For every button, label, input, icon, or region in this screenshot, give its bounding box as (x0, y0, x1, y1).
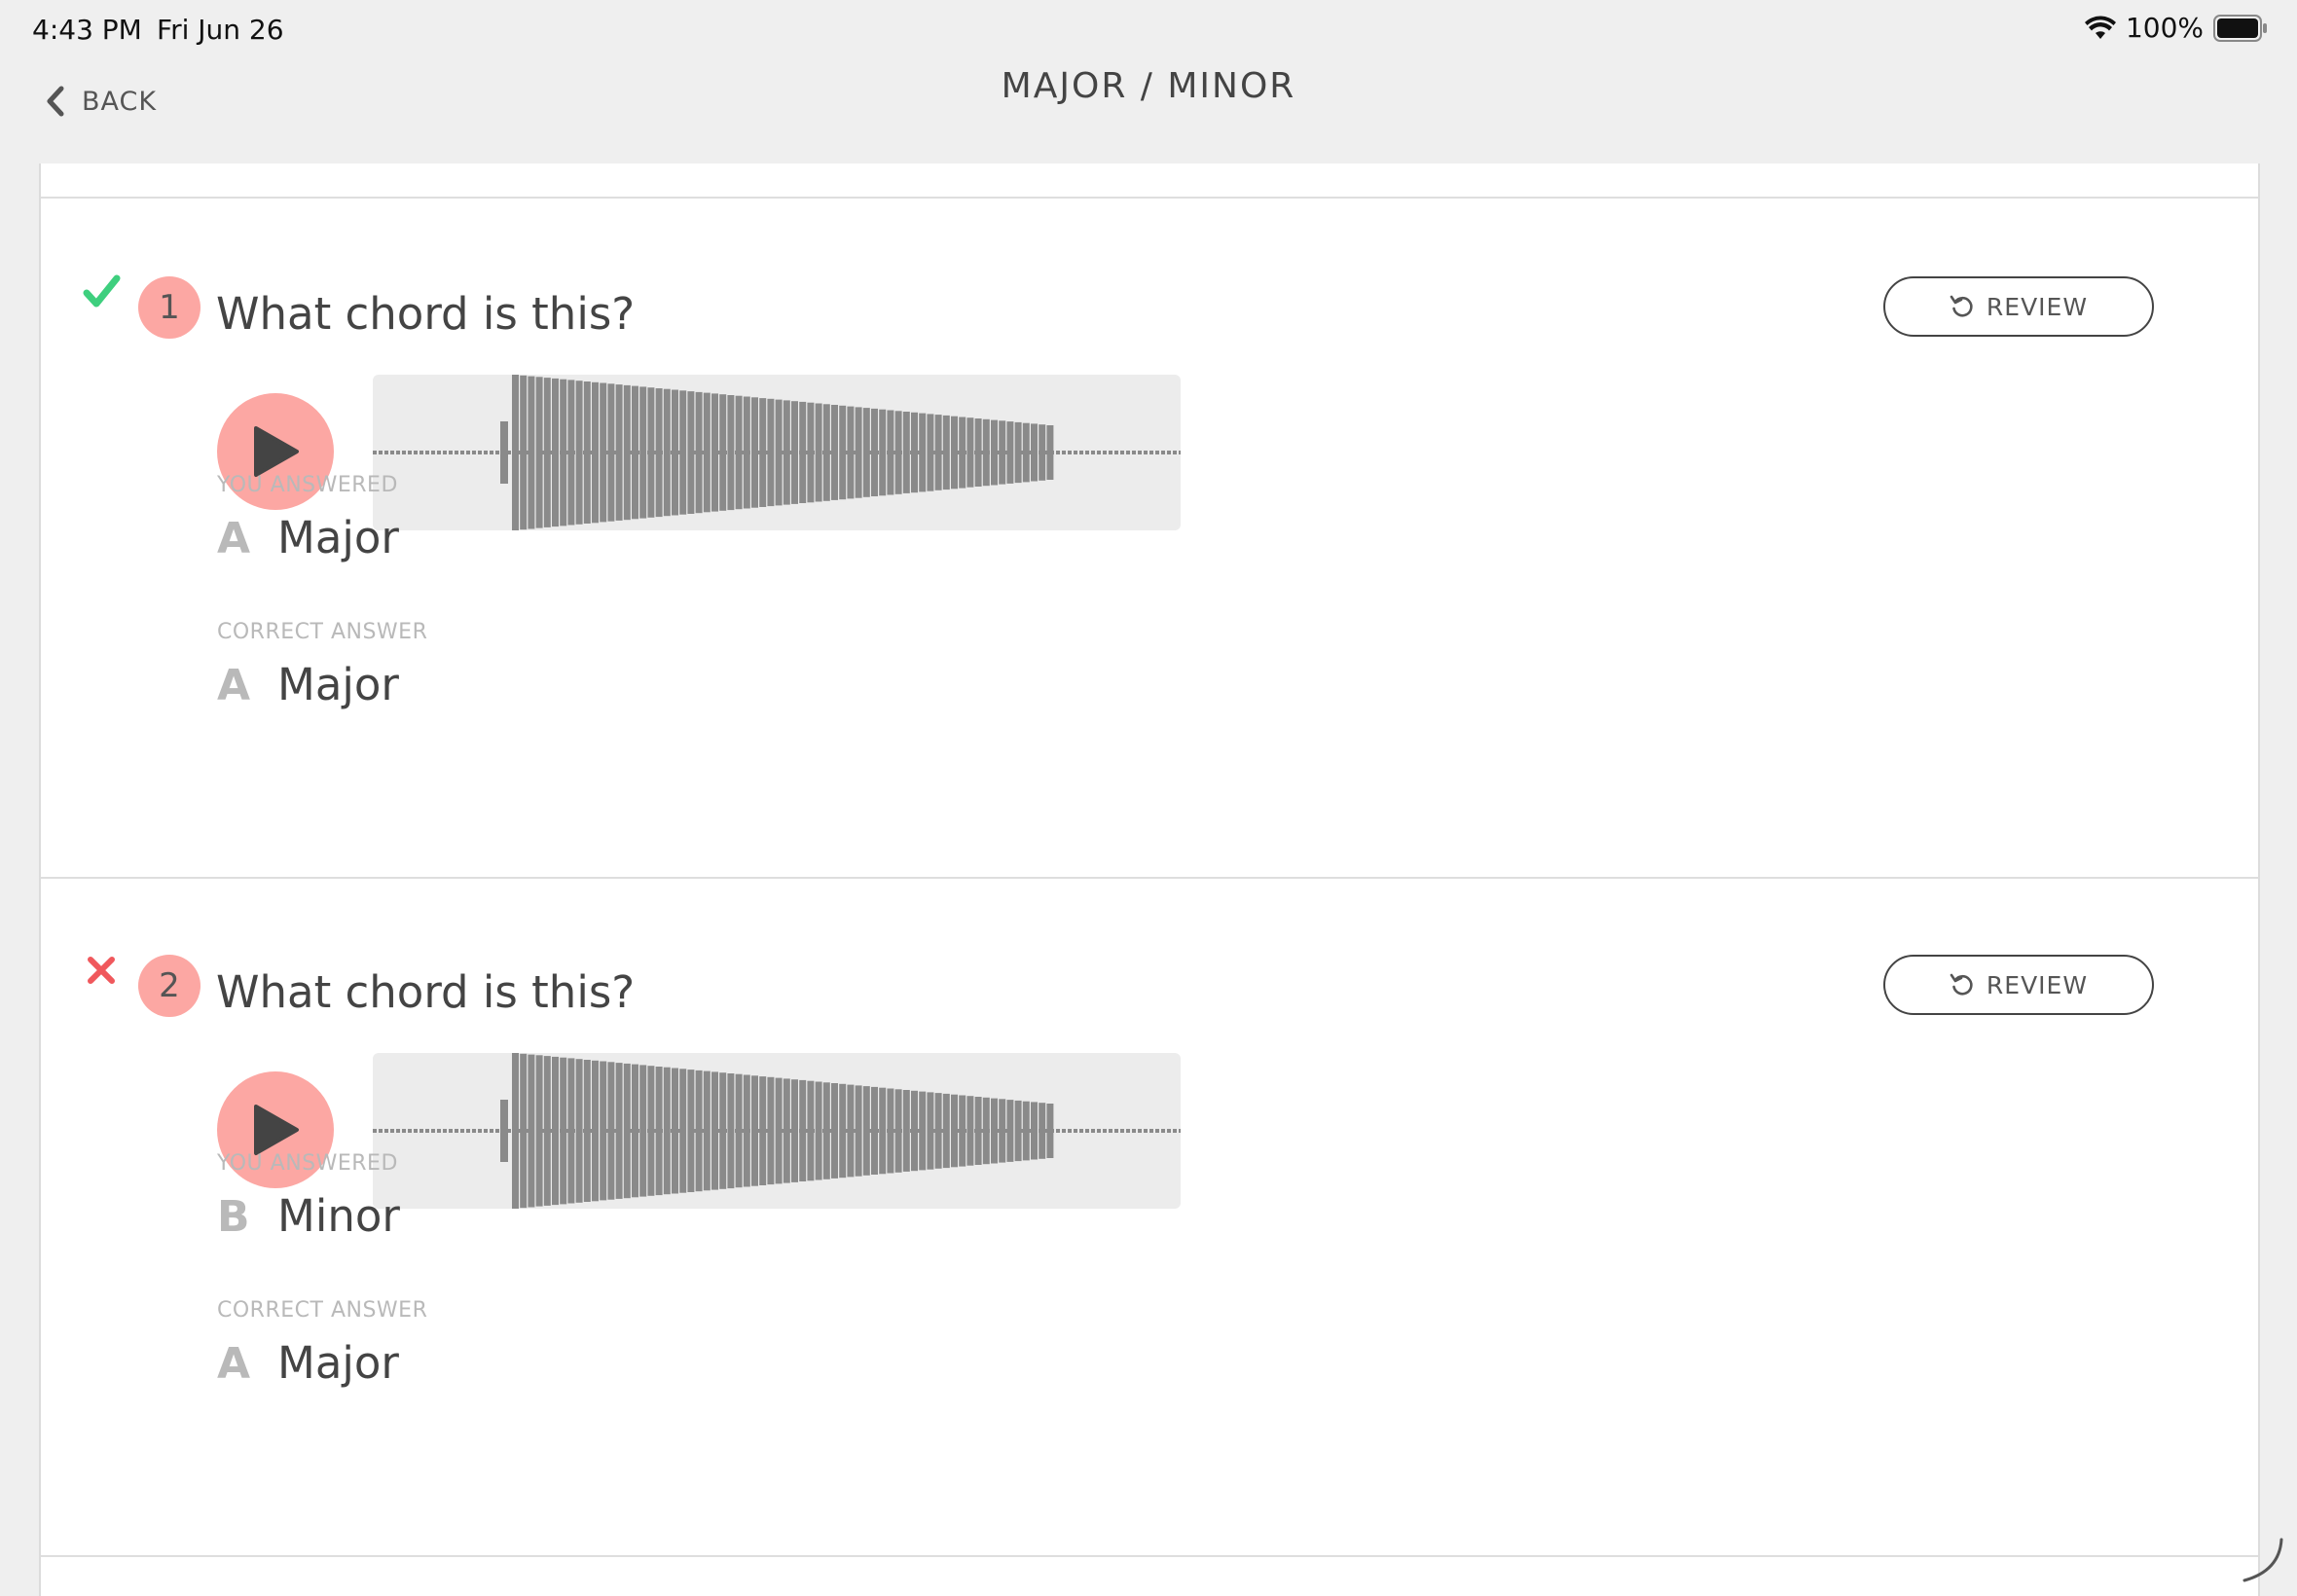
review-label: REVIEW (1986, 292, 2089, 321)
play-icon (254, 1105, 299, 1155)
wifi-icon (2084, 16, 2116, 39)
question-card-2: 2 What chord is this? REVIEW YOU ANSWERE… (41, 877, 2258, 1555)
answer-text: Major (277, 512, 399, 563)
correct-answer-label: CORRECT ANSWER (217, 1298, 428, 1323)
status-time: 4:43 PM (32, 14, 142, 46)
audio-waveform[interactable] (373, 375, 1181, 530)
results-panel: 1 What chord is this? REVIEW YOU ANSWERE… (39, 163, 2260, 1596)
status-bar: 4:43 PM Fri Jun 26 100% (0, 0, 2297, 60)
answer-letter: A (217, 661, 251, 710)
status-date: Fri Jun 26 (157, 14, 284, 46)
answer-text: Major (277, 659, 399, 710)
scroll-indicator-icon (2242, 1538, 2283, 1582)
you-answered-label: YOU ANSWERED (217, 1151, 398, 1176)
divider (41, 1555, 2258, 1557)
answer-text: Minor (277, 1190, 400, 1242)
review-button[interactable]: REVIEW (1883, 276, 2154, 337)
answer-letter: A (217, 1339, 251, 1389)
answer-letter: A (217, 514, 251, 563)
correct-answer-label: CORRECT ANSWER (217, 620, 428, 644)
question-number-badge: 1 (138, 276, 201, 339)
replay-icon (1950, 295, 1973, 317)
replay-icon (1950, 973, 1973, 996)
page-title: MAJOR / MINOR (1001, 66, 1296, 106)
audio-waveform[interactable] (373, 1053, 1181, 1209)
navigation-bar: BACK MAJOR / MINOR (0, 60, 2297, 163)
review-label: REVIEW (1986, 970, 2089, 999)
status-indicators: 100% (2084, 12, 2268, 44)
you-answered: A Major (217, 512, 399, 563)
waveform-graphic (373, 1053, 1181, 1209)
correct-answer: A Major (217, 659, 399, 710)
play-icon (254, 426, 299, 477)
question-prompt: What chord is this? (216, 288, 636, 340)
question-card-1: 1 What chord is this? REVIEW YOU ANSWERE… (41, 199, 2258, 877)
question-number-badge: 2 (138, 955, 201, 1017)
battery-icon (2213, 14, 2267, 42)
answer-text: Major (277, 1337, 399, 1389)
checkmark-icon (83, 274, 121, 308)
you-answered-label: YOU ANSWERED (217, 473, 398, 497)
answer-letter: B (217, 1192, 250, 1242)
waveform-graphic (373, 375, 1181, 530)
battery-percent: 100% (2125, 12, 2204, 44)
correct-answer: A Major (217, 1337, 399, 1389)
you-answered: B Minor (217, 1190, 400, 1242)
review-button[interactable]: REVIEW (1883, 955, 2154, 1015)
cross-icon (88, 957, 115, 984)
question-prompt: What chord is this? (216, 966, 636, 1018)
